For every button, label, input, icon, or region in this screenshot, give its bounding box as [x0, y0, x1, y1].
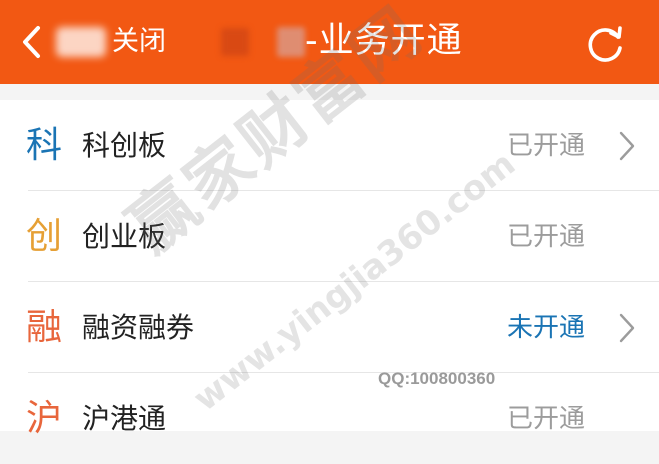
service-icon: 创 [26, 216, 63, 257]
service-row-star-market[interactable]: 科 科创板 已开通 [0, 100, 659, 191]
redacted-broker-name-2 [277, 27, 305, 57]
chevron-right-icon [619, 313, 635, 343]
redacted-app-name [56, 27, 106, 57]
service-name: 创业板 [82, 220, 167, 253]
service-list: 科 科创板 已开通 创 创业板 已开通 融 融资融券 未开通 沪 沪港通 已开通 [0, 100, 659, 439]
service-icon: 沪 [26, 398, 63, 439]
chevron-right-icon [619, 131, 635, 161]
service-row-shanghai-hk-connect[interactable]: 沪 沪港通 已开通 [0, 373, 659, 464]
service-status: 未开通 [506, 313, 585, 343]
close-button[interactable]: 关闭 [112, 25, 166, 59]
service-row-margin-trading[interactable]: 融 融资融券 未开通 [0, 282, 659, 373]
service-row-chinext[interactable]: 创 创业板 已开通 [0, 191, 659, 282]
service-icon: 融 [26, 307, 63, 348]
back-button[interactable] [14, 22, 50, 62]
service-name: 沪港通 [82, 402, 167, 435]
service-name: 科创板 [82, 129, 167, 162]
redacted-broker-name [221, 28, 249, 56]
service-name: 融资融券 [82, 311, 195, 344]
service-icon: 科 [26, 125, 63, 166]
page-title: -业务开通 [305, 21, 463, 61]
top-nav-bar: 关闭 -业务开通 [0, 0, 659, 84]
chevron-left-icon [23, 26, 40, 58]
service-status: 已开通 [506, 131, 585, 161]
service-status: 已开通 [506, 222, 585, 252]
refresh-icon[interactable] [582, 21, 628, 67]
